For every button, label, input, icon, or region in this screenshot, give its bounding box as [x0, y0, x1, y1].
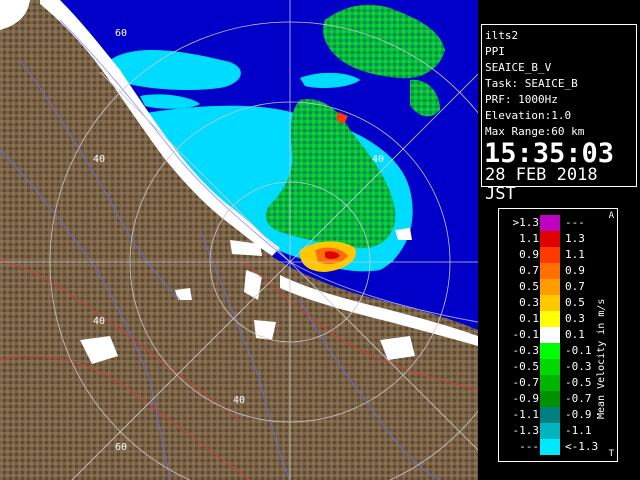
legend-lower-value: 0.7 [519, 264, 539, 277]
legend-lower-value: 0.3 [519, 296, 539, 309]
info-panel: ilts2 PPI SEAICE_B_V Task: SEAICE_B PRF:… [481, 24, 637, 204]
site-name: ilts2 [485, 29, 519, 42]
legend-title: Mean Velocity in m/s [596, 249, 616, 419]
legend-lower-value: 0.9 [519, 248, 539, 261]
velocity-legend: >1.3 --- 1.1 1.3 0.9 1.1 0.7 0.9 0.5 0.7 0.3 0.5 0.1… [498, 208, 618, 462]
legend-row: 1.1 1.3 [499, 231, 617, 247]
legend-color-swatch [540, 263, 560, 279]
legend-row: --- <-1.3 [499, 439, 617, 455]
range-label: 60 [115, 28, 127, 39]
legend-color-swatch [540, 311, 560, 327]
legend-color-swatch [540, 215, 560, 231]
legend-lower-value: -1.3 [512, 424, 540, 437]
legend-color-swatch [540, 279, 560, 295]
range-label: 40 [93, 154, 105, 165]
legend-color-swatch [540, 359, 560, 375]
legend-upper-value: --- [565, 216, 585, 229]
legend-lower-value: 1.1 [519, 232, 539, 245]
legend-lower-value: -0.3 [512, 344, 540, 357]
legend-lower-value: -0.9 [512, 392, 540, 405]
legend-upper-value: <-1.3 [565, 440, 599, 453]
scan-date: 28 FEB 2018 JST [485, 165, 598, 204]
legend-color-swatch [540, 375, 560, 391]
legend-color-swatch [540, 327, 560, 343]
legend-color-swatch [540, 439, 560, 455]
legend-color-swatch [540, 295, 560, 311]
legend-color-swatch [540, 407, 560, 423]
legend-upper-value: 1.3 [565, 232, 585, 245]
legend-bottom-marker: T [608, 449, 614, 459]
legend-lower-value: -0.7 [512, 376, 540, 389]
elevation-value: Elevation:1.0 [485, 109, 572, 122]
legend-lower-value: -1.1 [512, 408, 540, 421]
legend-row: >1.3 --- [499, 215, 617, 231]
legend-lower-value: -0.5 [512, 360, 540, 373]
legend-color-swatch [540, 343, 560, 359]
max-range-value: Max Range:60 km [485, 125, 585, 138]
product-name: SEAICE_B_V [485, 61, 552, 74]
legend-color-swatch [540, 423, 560, 439]
legend-upper-value: -1.1 [565, 424, 592, 437]
legend-title-text: Mean Velocity in m/s [596, 298, 607, 419]
legend-lower-value: -0.1 [512, 328, 540, 341]
scan-type: PPI [485, 45, 505, 58]
legend-lower-value: --- [519, 440, 539, 453]
legend-top-marker: A [608, 211, 614, 221]
range-label: 60 [115, 442, 127, 453]
range-label: 40 [93, 316, 105, 327]
legend-row: -1.3 -1.1 [499, 423, 617, 439]
legend-lower-value: >1.3 [512, 216, 540, 229]
prf-value: PRF: 1000Hz [485, 93, 558, 106]
task-name: Task: SEAICE_B [485, 77, 578, 90]
range-label: 40 [233, 395, 245, 406]
legend-lower-value: 0.5 [519, 280, 539, 293]
legend-lower-value: 0.1 [519, 312, 539, 325]
legend-color-swatch [540, 231, 560, 247]
range-label: 40 [372, 154, 384, 165]
legend-color-swatch [540, 391, 560, 407]
legend-color-swatch [540, 247, 560, 263]
radar-ppi-map: 60 40 40 40 40 60 [0, 0, 478, 480]
